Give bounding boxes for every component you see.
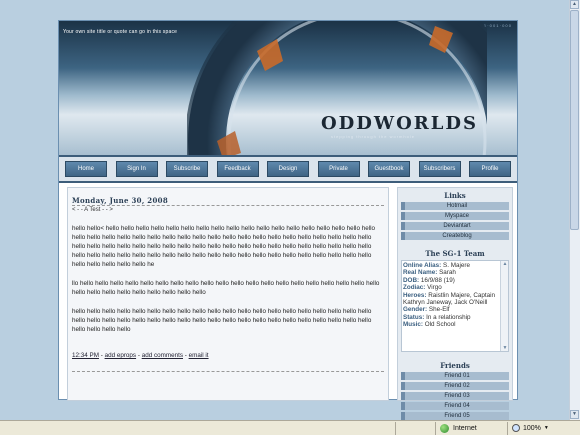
profile-row: Zodiac: Virgo [403,284,499,291]
add-eprops-link[interactable]: add eprops [105,352,137,359]
zoom-icon [512,424,520,432]
team-heading: The SG-1 Team [425,249,485,258]
sidebar-friend-link[interactable]: Friend 04 [401,402,509,410]
profile-label: Gender: [403,306,428,314]
top-navigation: Home Sign In Subscribe Feedback Design P… [59,155,517,183]
profile-row: Heroes: Raistlin Majere, Captain Kathryn… [403,292,499,307]
profile-row: Music: Old School [403,321,499,328]
site-tagline: Your own site title or quote can go in t… [63,29,178,35]
globe-icon [440,423,449,433]
profile-label: Music: [403,321,423,329]
sidebar-link-hotmail[interactable]: Hotmail [401,202,509,210]
profile-value: In a relationship [426,313,471,321]
blog-post: Monday, June 30, 2008 < - - A Test - - >… [67,187,389,401]
scroll-up-icon[interactable]: ▲ [502,261,508,267]
security-zone: Internet [435,421,507,435]
nav-private-button[interactable]: Private [317,161,360,177]
sidebar-link-deviantart[interactable]: Deviantart [401,222,509,230]
nav-profile-button[interactable]: Profile [469,161,511,177]
nav-subscribers-button[interactable]: Subscribers [418,161,461,177]
scroll-down-icon[interactable]: ▼ [502,345,508,351]
post-date: Monday, June 30, 2008 [72,196,168,205]
nav-guestbook-button[interactable]: Guestbook [368,161,410,177]
chevron-down-icon[interactable]: ▼ [544,425,549,431]
profile-row: DOB: 16/9/88 (19) [403,277,499,284]
scrollbar-thumb[interactable] [570,10,579,230]
profile-value: Old School [424,321,456,329]
sidebar: Links Hotmail Myspace Deviantart Createb… [397,187,513,420]
nav-design-button[interactable]: Design [267,161,309,177]
profile-label: DOB: [403,276,420,284]
zone-label: Internet [453,424,477,432]
header-corner-text: 1 · 0 0 1 · 0 0 0 [483,23,511,28]
profile-details: Online Alias: S. Majere Real Name: Sarah… [403,262,499,329]
post-bottom-divider [72,371,384,372]
nav-home-button[interactable]: Home [65,161,107,177]
sidebar-friend-link[interactable]: Friend 02 [401,382,509,390]
profile-value: Virgo [427,284,442,292]
add-comments-link[interactable]: add comments [142,352,183,359]
profile-value: S. Majere [443,262,470,269]
sidebar-friend-link[interactable]: Friend 03 [401,392,509,400]
profile-box[interactable]: Online Alias: S. Majere Real Name: Sarah… [401,260,509,352]
profile-row: Real Name: Sarah [403,269,499,276]
sidebar-link-createblog[interactable]: Createblog [401,232,509,240]
scroll-up-icon[interactable]: ▲ [570,0,579,9]
profile-row: Online Alias: S. Majere [403,262,499,269]
post-paragraph: hello hello hello hello hello hello hell… [72,308,372,333]
site-logo: ODDWORLDS [321,113,479,134]
blog-layout: Your own site title or quote can go in t… [58,20,518,420]
header-banner: Your own site title or quote can go in t… [59,21,517,155]
profile-label: Online Alias: [403,262,442,269]
status-empty [395,421,435,435]
nav-sign-in-button[interactable]: Sign In [115,161,158,177]
site-logo-subtitle: stepping through the wormhole [331,134,415,139]
nav-subscribe-button[interactable]: Subscribe [166,161,208,177]
profile-value: Sarah [439,269,456,277]
post-time-link[interactable]: 12:34 PM [72,352,99,359]
browser-status-bar: Internet 100% ▼ [0,420,580,435]
post-paragraph: hello hello< hello hello hello hello hel… [72,225,375,268]
zoom-level: 100% [523,424,541,432]
profile-row: Gender: She-Elf [403,306,499,313]
profile-label: Zodiac: [403,284,426,292]
profile-value: She-Elf [428,306,450,314]
profile-value: 16/9/88 (19) [420,276,455,284]
post-body: hello hello< hello hello hello hello hel… [72,224,384,344]
friends-heading: Friends [440,361,470,370]
email-it-link[interactable]: email it [189,352,209,359]
nav-feedback-button[interactable]: Feedback [216,161,259,177]
links-heading: Links [444,191,466,200]
page-scrollbar[interactable]: ▲ ▼ [569,0,580,420]
post-divider [72,205,384,206]
status-message [0,422,395,435]
post-footer: 12:34 PM - add eprops - add comments - e… [72,352,209,359]
sidebar-friend-link[interactable]: Friend 01 [401,372,509,380]
profile-scrollbar[interactable]: ▲ ▼ [500,261,508,351]
sidebar-link-myspace[interactable]: Myspace [401,212,509,220]
scroll-down-icon[interactable]: ▼ [570,410,579,419]
profile-label: Status: [403,313,425,321]
post-subtitle: < - - A Test - - > [72,207,113,213]
profile-row: Status: In a relationship [403,314,499,321]
zoom-control[interactable]: 100% ▼ [507,421,580,435]
post-paragraph: llo hello hello hello hello hello hello … [72,280,380,296]
sidebar-friend-link[interactable]: Friend 05 [401,412,509,420]
profile-label: Real Name: [403,269,438,277]
profile-label: Heroes: [403,291,427,299]
